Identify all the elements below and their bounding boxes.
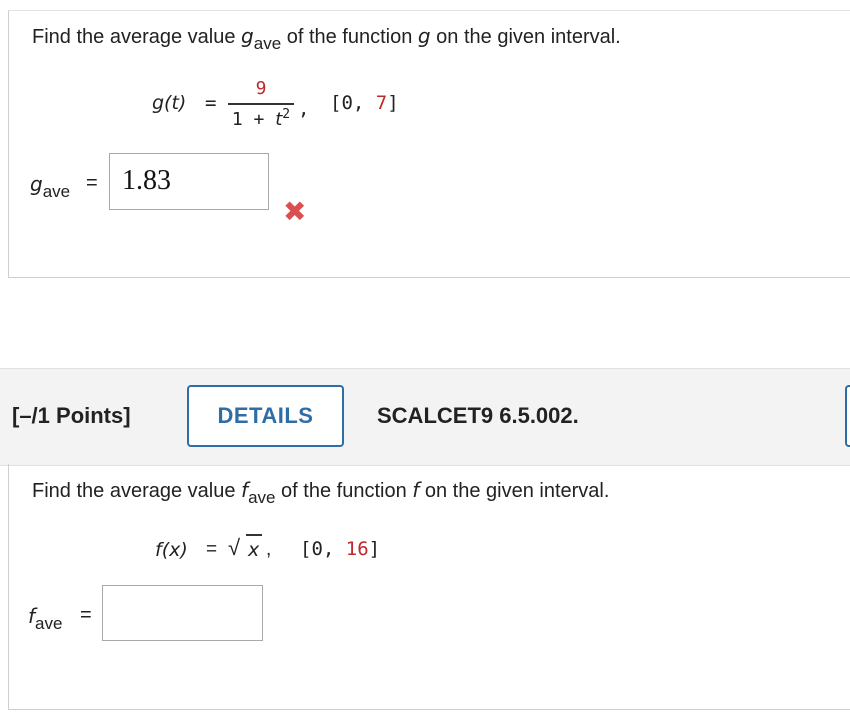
prompt-sub: ave	[248, 488, 276, 507]
answer-2-label: fave	[28, 604, 62, 633]
prompt-text-mid: of the function	[275, 480, 413, 502]
interval-open: [0,	[300, 538, 346, 560]
radicand: x	[248, 539, 259, 562]
sqrt-icon: √	[228, 535, 241, 560]
question-1-prompt: Find the average value gave of the funct…	[32, 24, 621, 53]
prompt-func: g	[417, 24, 431, 48]
prompt-text: Find the average value	[32, 480, 242, 502]
ans-label-var: g	[30, 172, 43, 196]
problem-reference: SCALCET9 6.5.002.	[377, 403, 579, 428]
details-button[interactable]: DETAILS	[187, 385, 344, 447]
denominator-base: 1 +	[231, 108, 276, 130]
answer-2-input[interactable]	[102, 585, 263, 641]
prompt-text: Find the average value	[32, 26, 242, 48]
function-equals: =	[205, 92, 217, 114]
answer-2-equals: =	[80, 604, 92, 626]
ans-label-var: f	[28, 604, 36, 628]
interval-2: [0, 16]	[300, 538, 380, 560]
question-1-panel	[8, 10, 850, 278]
question-2-prompt: Find the average value fave of the funct…	[32, 478, 610, 507]
interval-open: [0,	[330, 92, 376, 114]
func-lhs-text: g(t)	[152, 92, 187, 114]
answer-1-label: gave	[30, 172, 70, 201]
func-lhs-text: f(x)	[155, 539, 188, 561]
interval-end: 7	[375, 92, 388, 114]
points-label: [–/1 Points]	[12, 403, 131, 428]
function-2-lhs: f(x)	[155, 539, 188, 562]
ans-label-sub: ave	[35, 614, 63, 633]
prompt-text-mid: of the function	[281, 26, 418, 48]
prompt-var: g	[241, 24, 254, 48]
function-lhs: g(t)	[152, 92, 186, 114]
function-2-comma: ,	[266, 539, 272, 560]
right-edge-button[interactable]	[845, 385, 850, 447]
function-2-equals: =	[206, 539, 218, 560]
fraction: 9 1 + t2	[228, 78, 294, 130]
fraction-numerator: 9	[255, 78, 267, 99]
interval: [0, 7]	[330, 92, 399, 114]
fraction-denominator: 1 + t2	[228, 107, 294, 130]
answer-1-input[interactable]: 1.83	[109, 153, 269, 210]
interval-close: ]	[368, 538, 381, 560]
denominator-exp: 2	[282, 106, 291, 122]
prompt-text-post: on the given interval.	[419, 480, 610, 502]
answer-1-equals: =	[86, 172, 98, 194]
prompt-text-post: on the given interval.	[430, 26, 621, 48]
incorrect-x-icon: ✖	[283, 196, 307, 227]
ans-label-sub: ave	[42, 182, 71, 201]
interval-close: ]	[387, 92, 399, 114]
fraction-bar	[228, 103, 294, 105]
function-comma: ,	[298, 98, 310, 120]
radicand-var: x	[248, 539, 260, 561]
sqrt-overbar	[246, 534, 262, 536]
interval-end: 16	[345, 538, 369, 560]
prompt-sub: ave	[253, 34, 282, 53]
